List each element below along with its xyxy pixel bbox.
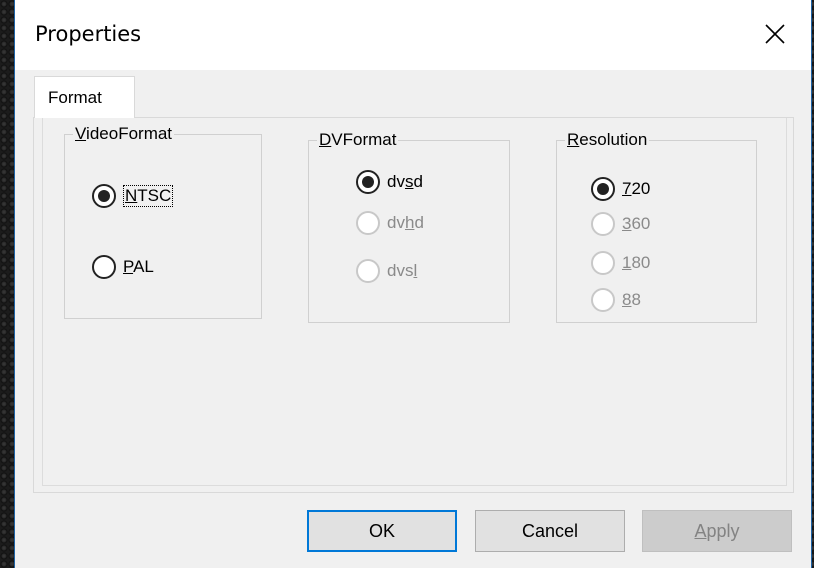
- radio-dvhd-indicator: [356, 211, 380, 235]
- radio-pal[interactable]: PAL: [92, 252, 154, 282]
- resolution-group: Resolution 720 360 180 88: [556, 130, 757, 323]
- radio-dvsd[interactable]: dvsd: [356, 167, 423, 197]
- dvformat-group: DVFormat dvsd dvhd dvsl: [308, 130, 510, 323]
- videoformat-group: VideoFormat NTSC PAL: [64, 124, 262, 319]
- radio-dvhd-label: dvhd: [387, 213, 424, 232]
- radio-360[interactable]: 360: [591, 209, 650, 239]
- radio-pal-label: PAL: [123, 257, 154, 276]
- window-title: Properties: [35, 22, 142, 46]
- radio-720-label: 720: [622, 179, 651, 198]
- apply-button[interactable]: Apply: [642, 510, 792, 552]
- radio-ntsc-indicator: [92, 184, 116, 208]
- resolution-group-label: Resolution: [565, 130, 650, 150]
- radio-dvsd-label: dvsd: [387, 172, 423, 191]
- videoformat-group-label: VideoFormat: [73, 124, 175, 144]
- radio-88[interactable]: 88: [591, 285, 641, 315]
- properties-dialog: Properties Format VideoFormat NTSC PAL D…: [14, 0, 812, 568]
- radio-88-indicator: [591, 288, 615, 312]
- radio-180-indicator: [591, 251, 615, 275]
- ok-button[interactable]: OK: [307, 510, 457, 552]
- radio-dvsd-indicator: [356, 170, 380, 194]
- dvformat-group-label: DVFormat: [317, 130, 399, 150]
- tab-panel-content: VideoFormat NTSC PAL DVFormat dvsd dvhd …: [42, 118, 787, 486]
- radio-720-indicator: [591, 177, 615, 201]
- close-button[interactable]: [753, 14, 797, 54]
- radio-360-indicator: [591, 212, 615, 236]
- close-icon: [765, 24, 785, 44]
- tab-format[interactable]: Format: [34, 76, 135, 118]
- radio-88-label: 88: [622, 290, 641, 309]
- radio-dvsl-indicator: [356, 259, 380, 283]
- radio-dvhd[interactable]: dvhd: [356, 208, 424, 238]
- radio-dvsl-label: dvsl: [387, 261, 418, 280]
- radio-dvsl[interactable]: dvsl: [356, 256, 417, 286]
- apply-button-label: Apply: [694, 520, 740, 541]
- radio-pal-indicator: [92, 255, 116, 279]
- tab-panel: VideoFormat NTSC PAL DVFormat dvsd dvhd …: [33, 117, 794, 493]
- radio-360-label: 360: [622, 214, 651, 233]
- radio-180[interactable]: 180: [591, 248, 650, 278]
- cancel-button-label: Cancel: [521, 520, 579, 541]
- radio-180-label: 180: [622, 253, 651, 272]
- radio-ntsc[interactable]: NTSC: [92, 181, 174, 211]
- title-bar[interactable]: Properties: [15, 0, 811, 70]
- cancel-button[interactable]: Cancel: [475, 510, 625, 552]
- ok-button-label: OK: [368, 520, 395, 541]
- radio-ntsc-label: NTSC: [123, 185, 174, 207]
- tab-format-label: Format: [48, 88, 102, 107]
- radio-720[interactable]: 720: [591, 174, 650, 204]
